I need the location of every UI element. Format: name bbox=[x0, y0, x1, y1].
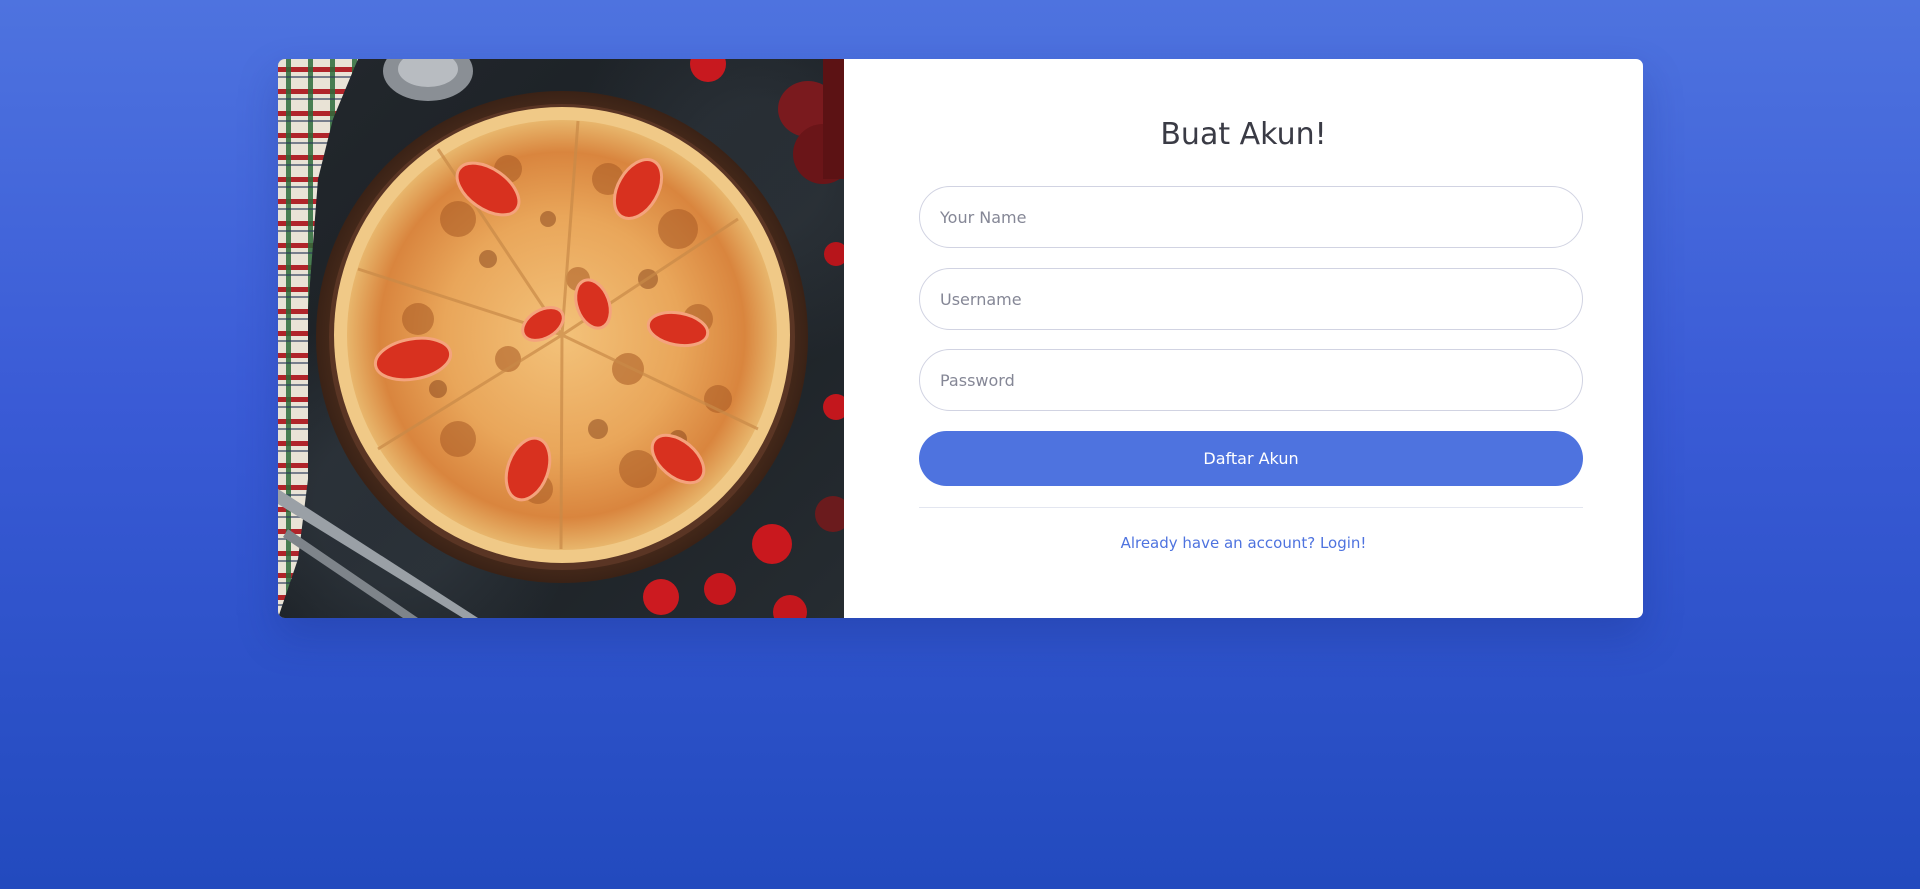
register-card: Buat Akun! Daftar Akun Already have an a… bbox=[278, 59, 1643, 618]
register-form: Buat Akun! Daftar Akun Already have an a… bbox=[844, 59, 1643, 618]
login-link-container: Already have an account? Login! bbox=[844, 534, 1643, 552]
divider bbox=[919, 507, 1583, 508]
username-input[interactable] bbox=[919, 268, 1583, 330]
password-input[interactable] bbox=[919, 349, 1583, 411]
register-button[interactable]: Daftar Akun bbox=[919, 431, 1583, 486]
pizza-illustration bbox=[278, 59, 844, 618]
name-input[interactable] bbox=[919, 186, 1583, 248]
page-title: Buat Akun! bbox=[1160, 117, 1327, 152]
login-link[interactable]: Already have an account? Login! bbox=[1121, 534, 1367, 552]
pizza-image bbox=[278, 59, 844, 618]
